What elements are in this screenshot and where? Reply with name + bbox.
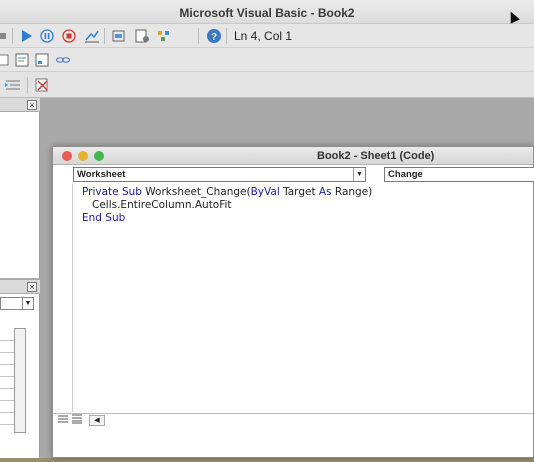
pause-icon[interactable]: [38, 27, 56, 45]
help-icon[interactable]: ?: [205, 27, 223, 45]
procedure-combo[interactable]: Change: [384, 167, 534, 182]
svg-text:?: ?: [211, 32, 217, 43]
scroll-left-arrow-icon[interactable]: ◀: [89, 415, 105, 426]
code-line: Cells.EntireColumn.AutoFit: [92, 199, 232, 211]
minimize-window-button[interactable]: [78, 151, 88, 161]
project-explorer-icon[interactable]: [110, 27, 128, 45]
cursor-position-text: Ln 4, Col 1: [234, 29, 293, 43]
run-icon[interactable]: [17, 27, 35, 45]
object-dropdown[interactable]: ▼: [0, 297, 34, 310]
debug-toolbar: [0, 72, 534, 98]
property-row[interactable]: [0, 352, 14, 353]
design-mode-icon[interactable]: [83, 27, 101, 45]
property-row[interactable]: [0, 412, 14, 413]
code-window-title: Book2 - Sheet1 (Code): [317, 150, 435, 162]
code-keyword: Private Sub: [82, 186, 146, 198]
code-text: Target: [279, 186, 319, 198]
object-browser-icon[interactable]: [155, 27, 173, 45]
code-keyword: ByVal: [250, 186, 280, 198]
code-text: Cells.EntireColumn.AutoFit: [92, 199, 232, 211]
object-combo-value: Worksheet: [77, 169, 126, 180]
property-row[interactable]: [0, 388, 14, 389]
close-icon[interactable]: ×: [27, 100, 37, 110]
chevron-down-icon: ▼: [22, 298, 33, 309]
toolbar-separator: [198, 28, 199, 44]
code-editor[interactable]: Private Sub Worksheet_Change(ByVal Targe…: [72, 184, 534, 412]
indent-icon[interactable]: [4, 76, 22, 94]
code-window-title-bar[interactable]: Book2 - Sheet1 (Code): [53, 147, 533, 165]
procedure-view-icon[interactable]: [56, 412, 70, 426]
property-row[interactable]: [0, 364, 14, 365]
zoom-window-button[interactable]: [94, 151, 104, 161]
toolbar-separator: [226, 28, 227, 44]
pane-header: ×: [0, 280, 40, 294]
edit-toolbar: [0, 48, 534, 72]
quick-info-icon[interactable]: [33, 51, 51, 69]
standard-toolbar: ? Ln 4, Col 1: [0, 24, 534, 48]
code-text: Worksheet_Change(: [145, 186, 251, 198]
toolbar-partial-icon[interactable]: [0, 27, 10, 45]
property-row[interactable]: [0, 424, 14, 425]
toolbar-separator: [27, 77, 28, 93]
toolbar-separator: [104, 28, 105, 44]
properties-scrollbar[interactable]: [14, 328, 26, 433]
property-row[interactable]: [0, 400, 14, 401]
properties-window-icon[interactable]: [133, 27, 151, 45]
list-constants-icon[interactable]: [13, 51, 31, 69]
procedure-combo-value: Change: [388, 169, 423, 180]
properties-pane[interactable]: × ▼: [0, 280, 40, 458]
clear-breakpoints-icon[interactable]: [33, 76, 51, 94]
code-window: Book2 - Sheet1 (Code) Worksheet ▼ Change…: [52, 146, 534, 458]
project-explorer-pane[interactable]: ×: [0, 98, 40, 278]
close-window-button[interactable]: [62, 151, 72, 161]
pane-header: ×: [0, 98, 40, 112]
link-icon[interactable]: [54, 51, 72, 69]
desktop-strip: [0, 458, 534, 462]
list-properties-icon[interactable]: [0, 51, 12, 69]
code-keyword: As: [318, 186, 332, 198]
close-icon[interactable]: ×: [27, 282, 37, 292]
property-row[interactable]: [0, 340, 14, 341]
window-title-bar[interactable]: Microsoft Visual Basic - Book2: [0, 0, 534, 24]
toolbar-separator: [12, 28, 13, 44]
code-line: Private Sub Worksheet_Change(ByVal Targe…: [82, 186, 372, 198]
chevron-down-icon: ▼: [353, 168, 365, 181]
code-keyword: End Sub: [82, 212, 126, 224]
stop-icon[interactable]: [60, 27, 78, 45]
code-line: End Sub: [82, 212, 125, 224]
window-title: Microsoft Visual Basic - Book2: [179, 6, 355, 20]
full-module-view-icon[interactable]: [70, 412, 84, 426]
code-window-bottom-bar: ◀: [53, 413, 533, 427]
object-combo[interactable]: Worksheet ▼: [73, 167, 366, 182]
property-row[interactable]: [0, 376, 14, 377]
code-text: Range): [331, 186, 373, 198]
